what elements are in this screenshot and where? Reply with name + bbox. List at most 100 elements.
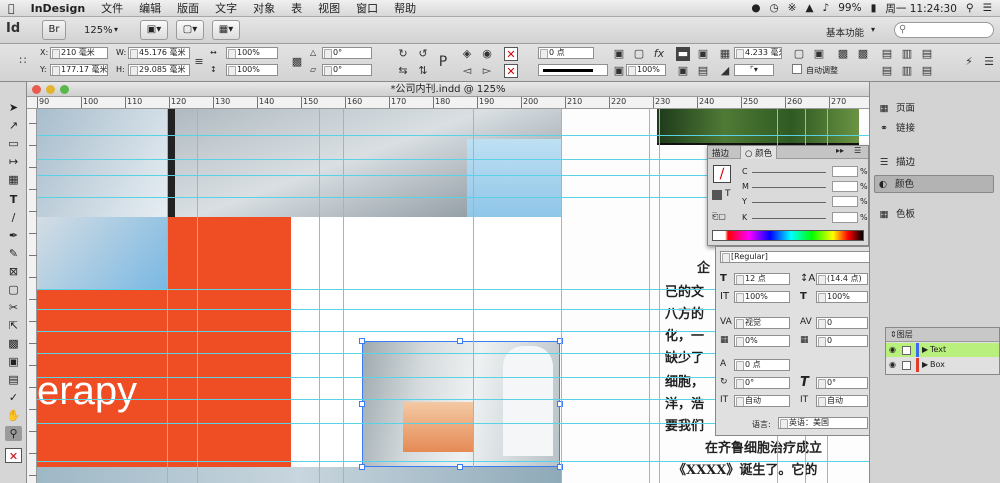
body-text-line[interactable]: 已的文 [665, 281, 704, 300]
selection-handle[interactable] [557, 338, 563, 344]
align-right-icon[interactable]: ▤ [920, 47, 934, 61]
bluetooth-icon[interactable]: ※ [788, 2, 797, 14]
workspace-switcher[interactable]: 基本功能 [826, 25, 864, 39]
battery-percent[interactable]: 99% [838, 2, 861, 14]
text-wrap-bbox-icon[interactable]: ▣ [676, 64, 690, 78]
chevron-down-icon[interactable]: ▾ [114, 25, 118, 34]
black-value-field[interactable] [832, 212, 858, 223]
body-text-line[interactable]: 化，一 [665, 325, 704, 344]
body-text-line[interactable]: 缺少了 [665, 347, 704, 366]
path-p-icon[interactable]: P [436, 55, 450, 69]
expand-arrow-icon[interactable]: ▶ [922, 358, 928, 372]
rectangle-frame-tool-icon[interactable]: ⊠ [5, 264, 22, 279]
magenta-slider[interactable] [752, 187, 826, 188]
vertical-scale-field[interactable]: 100% [734, 291, 790, 303]
baseline-shift-field[interactable]: 0 点 [734, 359, 790, 371]
aki-after-select[interactable]: 自动 [816, 395, 868, 407]
tab-stroke[interactable]: 描边 [712, 147, 729, 159]
app-menu[interactable]: InDesign [23, 2, 94, 15]
yellow-slider[interactable] [752, 202, 826, 203]
gradient-swatch-tool-icon[interactable]: ▩ [5, 336, 22, 351]
lock-toggle[interactable] [902, 361, 911, 370]
apply-none-icon[interactable]: ⎗▢ [712, 212, 726, 222]
fill-stroke-swatch-icon[interactable]: ✕ [5, 448, 22, 463]
free-transform-tool-icon[interactable]: ⇱ [5, 318, 22, 333]
flip-horizontal-icon[interactable]: ⇆ [396, 64, 410, 78]
vertical-guide[interactable] [343, 109, 344, 483]
apple-icon[interactable]:  [0, 2, 23, 15]
select-next-icon[interactable]: ▻ [480, 64, 494, 78]
panel-pages[interactable]: ▦ 页面 [876, 100, 916, 118]
corner-shape-select[interactable]: ⌜▾ [734, 64, 774, 76]
note-tool-icon[interactable]: ▤ [5, 372, 22, 387]
selection-handle[interactable] [557, 401, 563, 407]
stroke-type-select[interactable] [538, 64, 608, 76]
horizontal-ruler[interactable]: 90 100 110 120 130 140 150 160 170 180 190 200 210 22… [27, 97, 869, 109]
formatting-container-icon[interactable] [712, 190, 722, 200]
menu-view[interactable]: 视图 [310, 0, 348, 16]
chevron-down-icon[interactable]: ▾ [871, 25, 875, 34]
kerning-field[interactable]: 视觉 [734, 317, 790, 329]
vertical-guide[interactable] [473, 109, 474, 483]
menu-type[interactable]: 文字 [207, 0, 245, 16]
zoom-window-icon[interactable] [60, 85, 69, 94]
menu-file[interactable]: 文件 [93, 0, 131, 16]
fit-content-frame-icon[interactable]: ▢ [792, 47, 806, 61]
eye-icon[interactable]: ◉ [889, 358, 896, 372]
hand-tool-icon[interactable]: ✋ [5, 408, 22, 423]
scale-x-field[interactable]: 100% [226, 47, 278, 59]
horizontal-guide[interactable] [37, 135, 869, 136]
rectangle-tool-icon[interactable]: ▢ [5, 282, 22, 297]
zoom-level[interactable]: 125% [84, 25, 113, 36]
selection-handle[interactable] [359, 401, 365, 407]
arrange-documents-button[interactable]: ▦▾ [212, 20, 240, 40]
panel-menu-icon[interactable]: ☰ [854, 146, 861, 155]
layer-row-box[interactable]: ◉ ▶ Box [886, 358, 999, 372]
page-tool-icon[interactable]: ▭ [5, 136, 22, 151]
select-previous-icon[interactable]: ◅ [460, 64, 474, 78]
vertical-guide[interactable] [319, 109, 320, 483]
panel-swatches[interactable]: ▦ 色板 [876, 206, 916, 224]
selection-handle[interactable] [557, 464, 563, 470]
stroke-weight-field[interactable]: 0 点 [538, 47, 594, 59]
scissors-tool-icon[interactable]: ✂ [5, 300, 22, 315]
selection-handle[interactable] [457, 338, 463, 344]
distribute-right-icon[interactable]: ▤ [920, 64, 934, 78]
language-select[interactable]: 英语：美国 [778, 417, 868, 429]
fill-frame-icon[interactable]: ▩ [856, 47, 870, 61]
direct-selection-tool-icon[interactable]: ↗ [5, 118, 22, 133]
yellow-value-field[interactable] [832, 196, 858, 207]
body-text-line[interactable]: 八方的 [665, 303, 704, 322]
layer-row-text[interactable]: ◉ ▶ Text [886, 343, 999, 357]
pen-tool-icon[interactable]: ✒ [5, 228, 22, 243]
layers-panel[interactable]: ⇕图层 ◉ ▶ Text ◉ ▶ Box [885, 327, 1000, 375]
horizontal-guide[interactable] [37, 461, 869, 462]
font-style-select[interactable]: [Regular] [720, 251, 870, 263]
color-panel[interactable]: 描边 ○ 颜色 ▸▸ ☰ ∕ T ⎗▢ C M Y K % % % % [707, 145, 869, 246]
lock-toggle[interactable] [902, 346, 911, 355]
align-left-icon[interactable]: ▤ [880, 47, 894, 61]
therapy-heading[interactable]: erapy [37, 369, 137, 414]
select-content-icon[interactable]: ◉ [480, 47, 494, 61]
opacity-field[interactable]: 100% [626, 64, 666, 76]
vertical-guide[interactable] [649, 109, 650, 483]
selection-handle[interactable] [457, 464, 463, 470]
clock-sync-icon[interactable]: ◷ [769, 2, 778, 14]
lab-photo[interactable] [37, 109, 561, 217]
volume-icon[interactable]: ♪ [823, 2, 830, 14]
vertical-guide[interactable] [167, 109, 168, 483]
black-slider[interactable] [752, 218, 826, 219]
gradient-feather-tool-icon[interactable]: ▣ [5, 354, 22, 369]
body-text-line[interactable]: 细胞， [665, 371, 704, 390]
panel-menu-icon[interactable]: ☰ [982, 55, 996, 69]
view-options-button[interactable]: ▣▾ [140, 20, 168, 40]
fit-frame-content-icon[interactable]: ▣ [812, 47, 826, 61]
quick-apply-icon[interactable]: ⚡ [962, 55, 976, 69]
text-wrap-jump-icon[interactable]: ▤ [696, 64, 710, 78]
menu-object[interactable]: 对象 [245, 0, 283, 16]
drop-shadow-icon[interactable]: ▣ [612, 47, 626, 61]
minimize-window-icon[interactable] [46, 85, 55, 94]
body-text-line[interactable]: 要我们 [665, 415, 704, 434]
body-text-line[interactable]: 企 [697, 257, 710, 276]
menu-window[interactable]: 窗口 [348, 0, 386, 16]
